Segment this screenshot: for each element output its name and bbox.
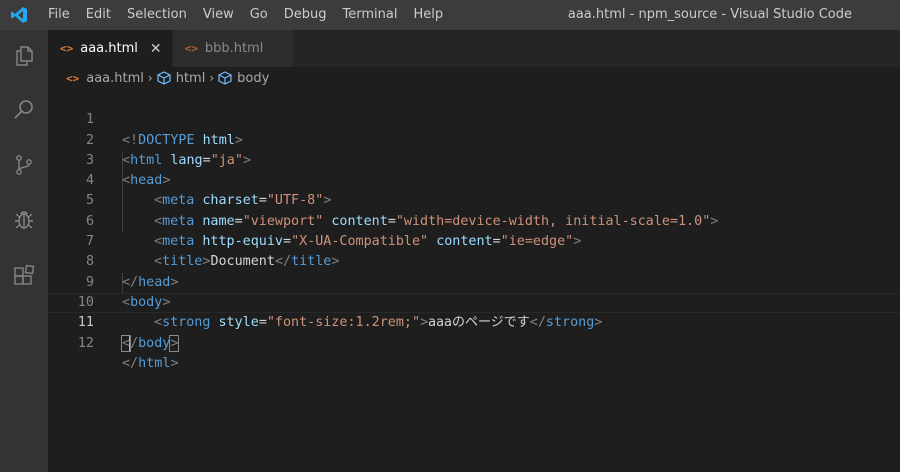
html-file-icon: <> <box>66 71 80 85</box>
code-line-8[interactable]: 8 </head> <box>48 232 900 289</box>
title-bar: File Edit Selection View Go Debug Termin… <box>0 0 900 30</box>
tab-label: bbb.html <box>204 41 264 56</box>
line-code: </html> <box>122 355 179 371</box>
line-number: 12 <box>77 335 94 351</box>
debug-icon[interactable] <box>0 196 48 244</box>
menu-selection[interactable]: Selection <box>119 0 195 30</box>
breadcrumb-separator: › <box>209 71 215 85</box>
breadcrumb-body[interactable]: body <box>237 71 269 86</box>
code-line-1[interactable]: 1 <!DOCTYPE html> <box>48 90 900 147</box>
menu-go[interactable]: Go <box>242 0 276 30</box>
tab-bar: <> aaa.html ✕ <> bbb.html <box>48 30 900 67</box>
window-title: aaa.html - npm_source - Visual Studio Co… <box>567 7 852 22</box>
search-icon[interactable] <box>0 86 48 134</box>
source-control-icon[interactable] <box>0 141 48 189</box>
breadcrumb-separator: › <box>147 71 153 85</box>
code-line-4[interactable]: 4 <meta charset="UTF-8"> <box>48 151 900 208</box>
line-code: </body> <box>120 334 180 352</box>
tab-label: aaa.html <box>80 41 138 56</box>
element-cube-icon <box>157 71 171 85</box>
code-line-11[interactable]: 11 </body> <box>48 293 900 352</box>
breadcrumb: <> aaa.html › html › body <box>48 67 900 89</box>
tab-aaa-html[interactable]: <> aaa.html ✕ <box>48 30 173 67</box>
breadcrumb-file[interactable]: aaa.html <box>86 71 144 86</box>
vscode-logo-icon <box>4 0 34 30</box>
code-line-10[interactable]: 10 <strong style="font-size:1.2rem;">aaa… <box>48 273 900 330</box>
menu-view[interactable]: View <box>195 0 242 30</box>
explorer-icon[interactable] <box>0 32 48 80</box>
menu-help[interactable]: Help <box>405 0 451 30</box>
menu-terminal[interactable]: Terminal <box>335 0 406 30</box>
code-line-5[interactable]: 5 <meta name="viewport" content="width=d… <box>48 171 900 228</box>
code-line-2[interactable]: 2 <html lang="ja"> <box>48 110 900 168</box>
tab-bbb-html[interactable]: <> bbb.html <box>172 30 295 67</box>
menu-debug[interactable]: Debug <box>276 0 335 30</box>
html-file-icon: <> <box>60 42 74 55</box>
code-line-3[interactable]: 3 <head> <box>48 131 900 188</box>
close-icon[interactable]: ✕ <box>150 41 162 57</box>
element-cube-icon <box>218 71 232 85</box>
code-line-7[interactable]: 7 <title>Document</title> <box>48 212 900 269</box>
menu-file[interactable]: File <box>40 0 78 30</box>
matched-bracket: > <box>169 334 180 352</box>
menu-bar: File Edit Selection View Go Debug Termin… <box>40 0 451 30</box>
menu-edit[interactable]: Edit <box>78 0 119 30</box>
code-line-6[interactable]: 6 <meta http-equiv="X-UA-Compatible" con… <box>48 192 900 249</box>
code-editor[interactable]: 1 <!DOCTYPE html> 2 <html lang="ja"> 3 <… <box>48 90 900 472</box>
code-line-9[interactable]: 9 <body> <box>48 252 900 310</box>
code-line-12[interactable]: 12 </html> <box>48 313 900 371</box>
extensions-icon[interactable] <box>0 252 48 300</box>
breadcrumb-html[interactable]: html <box>176 71 206 86</box>
activity-bar <box>0 30 48 472</box>
html-file-icon: <> <box>184 42 198 55</box>
